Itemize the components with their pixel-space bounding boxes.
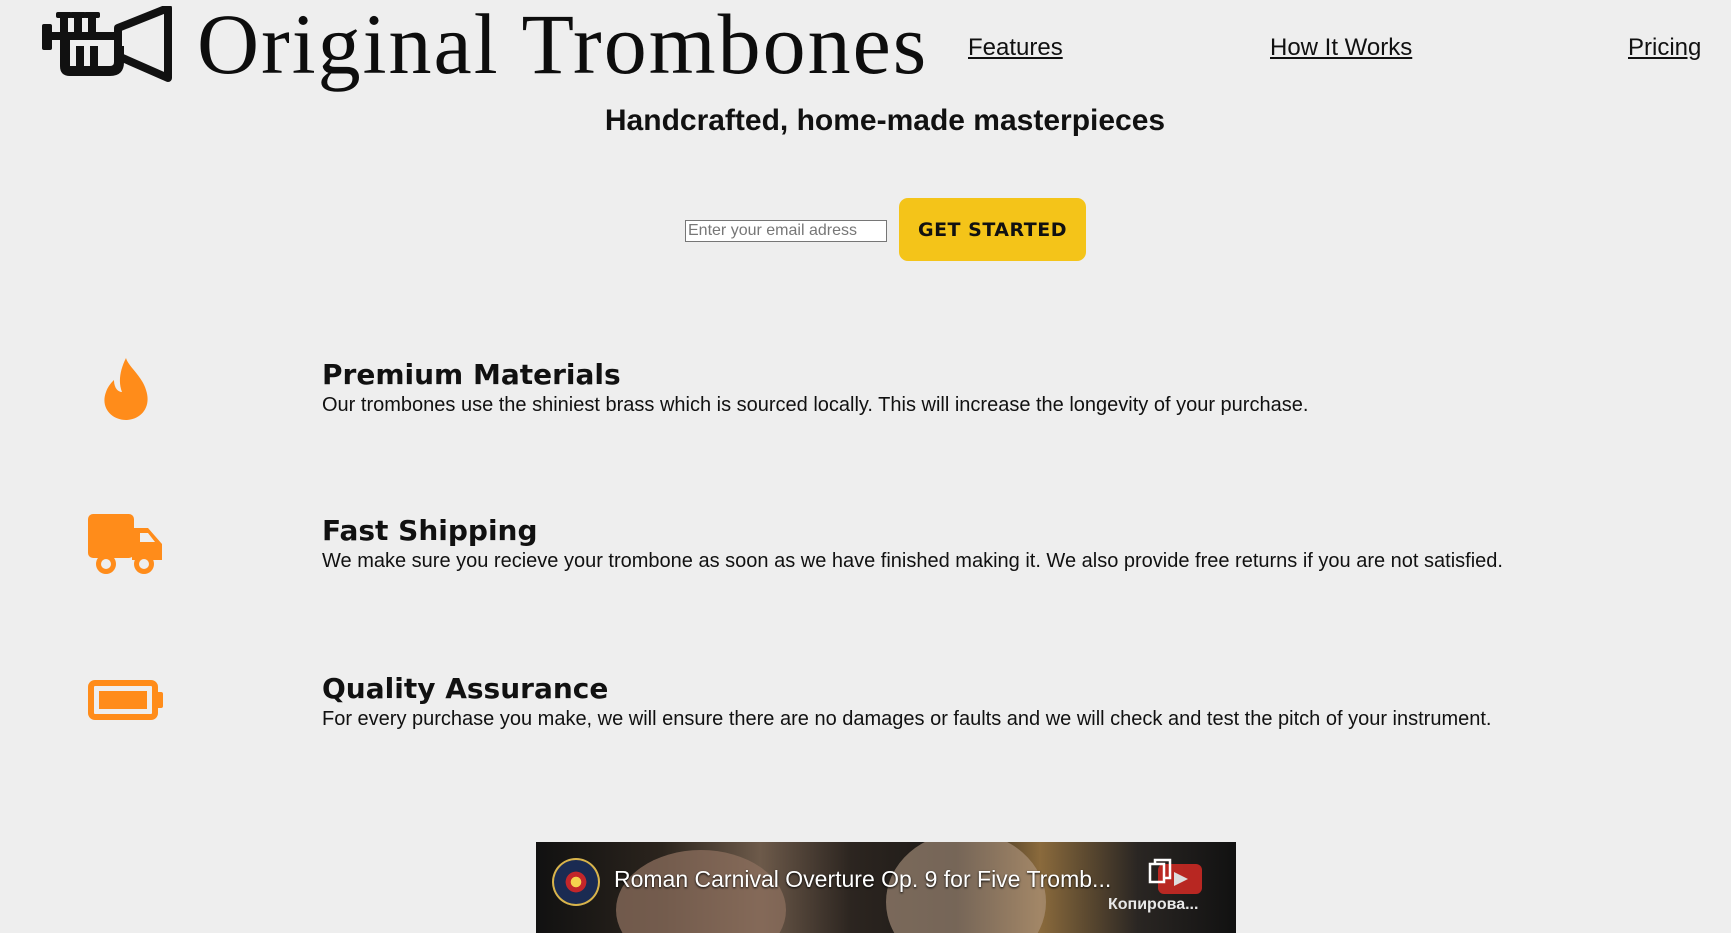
feature-title: Quality Assurance bbox=[322, 672, 609, 705]
site-header: Original Trombones Features How It Works… bbox=[0, 0, 1731, 100]
trumpet-logo-icon bbox=[42, 6, 172, 82]
feature-description: For every purchase you make, we will ens… bbox=[322, 708, 1492, 730]
hero-tagline: Handcrafted, home-made masterpieces bbox=[604, 104, 1166, 137]
feature-description: We make sure you recieve your trombone a… bbox=[322, 550, 1503, 572]
get-started-button[interactable]: GET STARTED bbox=[899, 198, 1086, 261]
truck-icon bbox=[88, 514, 162, 574]
nav-link-features[interactable]: Features bbox=[968, 34, 1063, 62]
email-input[interactable] bbox=[685, 220, 887, 242]
copy-link-icon[interactable] bbox=[1148, 858, 1174, 886]
feature-premium-materials: Premium Materials Our trombones use the … bbox=[0, 358, 1731, 448]
brand-title: Original Trombones bbox=[197, 0, 929, 92]
nav-link-pricing[interactable]: Pricing bbox=[1628, 34, 1701, 62]
feature-fast-shipping: Fast Shipping We make sure you recieve y… bbox=[0, 514, 1731, 604]
channel-avatar[interactable] bbox=[552, 858, 600, 906]
feature-quality-assurance: Quality Assurance For every purchase you… bbox=[0, 672, 1731, 762]
feature-title: Fast Shipping bbox=[322, 514, 538, 547]
feature-description: Our trombones use the shiniest brass whi… bbox=[322, 394, 1309, 416]
embedded-video[interactable]: Roman Carnival Overture Op. 9 for Five T… bbox=[536, 842, 1236, 933]
video-title[interactable]: Roman Carnival Overture Op. 9 for Five T… bbox=[614, 866, 1111, 893]
feature-title: Premium Materials bbox=[322, 358, 621, 391]
copy-link-label[interactable]: Копирова... bbox=[1108, 896, 1198, 914]
battery-icon bbox=[88, 680, 163, 720]
nav-link-how-it-works[interactable]: How It Works bbox=[1270, 34, 1412, 62]
flame-icon bbox=[104, 358, 148, 420]
